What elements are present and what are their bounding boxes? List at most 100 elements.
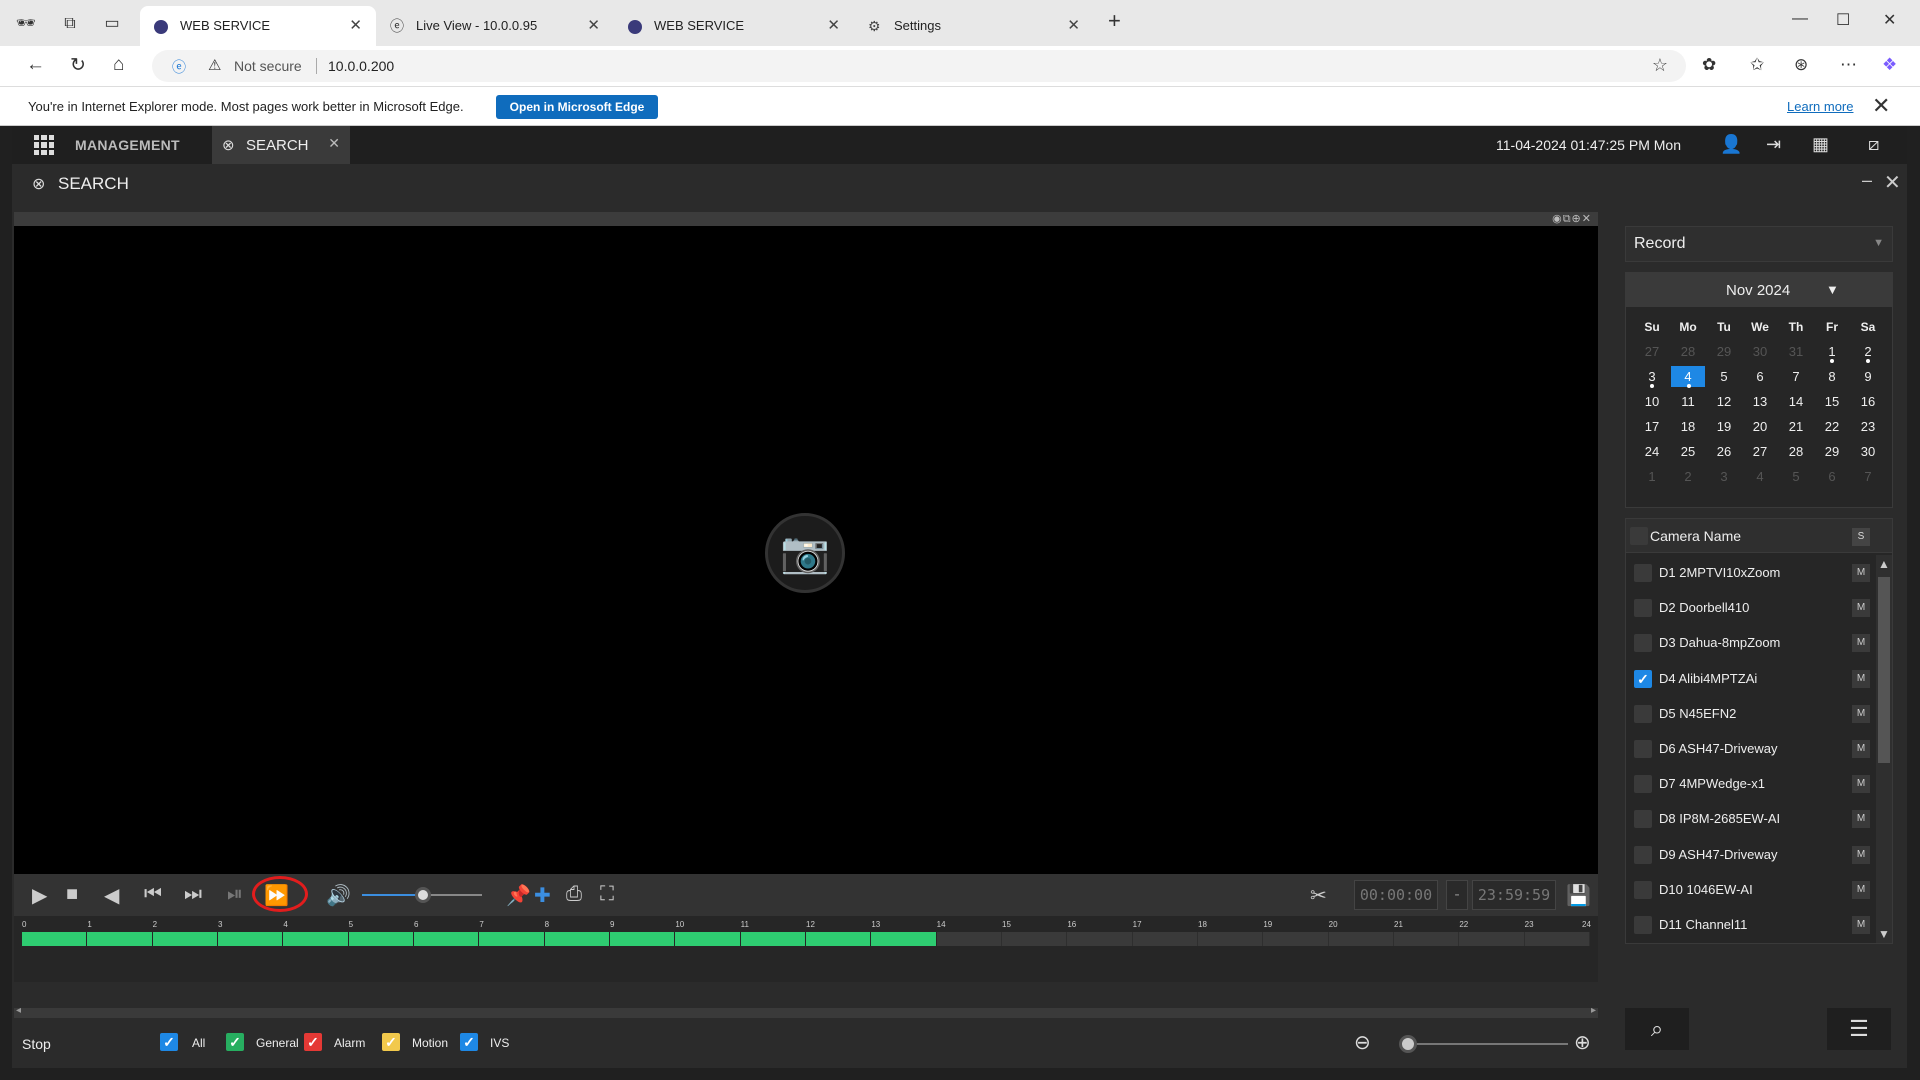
camera-row[interactable]: D5 N45EFN2 M [1626,696,1876,731]
maximize-icon[interactable]: ☐ [1836,10,1850,30]
close-tab-icon[interactable]: ✕ [587,6,600,46]
recorded-segment[interactable] [610,932,676,946]
calendar-day[interactable]: 24 [1634,441,1670,462]
camera-row[interactable]: D9 ASH47-Driveway M [1626,837,1876,872]
timeline-scrollbar[interactable]: ◂ ▸ [14,1005,1598,1018]
recorded-segment[interactable] [22,932,88,946]
empty-segment[interactable] [1328,932,1394,946]
calendar-day[interactable]: 27 [1742,441,1778,462]
volume-icon[interactable]: 🔊 [326,883,351,908]
filter-motion-checkbox[interactable]: ✓ [382,1033,400,1051]
empty-segment[interactable] [1002,932,1068,946]
security-label[interactable]: Not secure [234,58,302,74]
camera-stream-button[interactable]: M [1852,634,1870,653]
calendar-day[interactable]: 7 [1778,366,1814,387]
ie-mode-icon[interactable]: ⓔ [172,57,186,77]
camera-checkbox[interactable] [1634,916,1652,934]
camera-checkbox[interactable]: ✓ [1634,669,1652,688]
calendar-day[interactable]: 7 [1850,466,1886,487]
stop-icon[interactable]: ■ [66,883,78,906]
copilot-icon[interactable]: ❖ [1882,55,1897,75]
play-icon[interactable]: ▶ [32,883,47,908]
recorded-segment[interactable] [806,932,872,946]
calendar-day[interactable]: 30 [1742,341,1778,362]
camera-stream-button[interactable]: M [1852,775,1870,794]
camera-row[interactable]: D11 Channel11 M [1626,907,1876,942]
app-menu-grid-icon[interactable] [34,135,54,155]
close-icon[interactable]: ✕ [1872,93,1890,119]
logout-icon[interactable]: ⇥ [1766,134,1781,155]
recorded-segment[interactable] [740,932,806,946]
search-tab[interactable]: ⊗ SEARCH ✕ [212,126,350,164]
camera-stream-button[interactable]: M [1852,564,1870,582]
select-all-checkbox[interactable] [1630,527,1648,545]
camera-stream-button[interactable]: M [1852,669,1870,688]
clip-end-time[interactable]: 23:59:59 [1472,880,1556,910]
filter-alarm-checkbox[interactable]: ✓ [304,1033,322,1051]
fullscreen-icon[interactable]: ⧄ [1868,134,1879,155]
home-icon[interactable]: ⌂ [113,54,124,76]
browser-tab-web-service[interactable]: WEB SERVICE ✕ [140,6,376,46]
browser-tab-live-view[interactable]: ⓔ Live View - 10.0.0.95 ✕ [376,6,614,46]
calendar-day[interactable]: 29 [1814,441,1850,462]
camera-list-scrollbar[interactable]: ▲ ▼ [1876,555,1892,943]
calendar-day[interactable]: 13 [1742,391,1778,412]
open-in-edge-button[interactable]: Open in Microsoft Edge [496,95,658,119]
empty-segment[interactable] [1394,932,1460,946]
video-window-tools[interactable]: ◉⧉⊕✕ [1552,212,1592,226]
calendar-header[interactable]: Nov 2024 ▼ [1626,273,1892,307]
empty-segment[interactable] [1132,932,1198,946]
calendar-day[interactable]: 20 [1742,416,1778,437]
scrollbar-thumb[interactable] [1878,577,1890,763]
more-menu-icon[interactable]: ⋯ [1840,55,1857,75]
save-clip-icon[interactable]: 💾 [1566,883,1591,908]
calendar-day[interactable]: 1 [1634,466,1670,487]
minimize-icon[interactable]: – [1862,170,1872,191]
calendar-day[interactable]: 3 [1706,466,1742,487]
calendar-day[interactable]: 26 [1706,441,1742,462]
camera-stream-button[interactable]: M [1852,845,1870,864]
workspaces-icon[interactable]: ⧉ [58,12,82,36]
camera-row[interactable]: D1 2MPTVI10xZoom M [1626,555,1876,590]
calendar-day[interactable]: 6 [1814,466,1850,487]
recorded-segment[interactable] [414,932,480,946]
timeline-zoom-slider[interactable] [1399,1035,1568,1053]
close-tab-icon[interactable]: ✕ [328,135,340,152]
stream-header-button[interactable]: S [1852,528,1870,546]
empty-segment[interactable] [1198,932,1264,946]
close-tab-icon[interactable]: ✕ [827,6,840,46]
camera-checkbox[interactable] [1634,704,1652,723]
empty-segment[interactable] [1263,932,1329,946]
camera-checkbox[interactable] [1634,740,1652,758]
calendar-day[interactable]: 4 [1742,466,1778,487]
digital-zoom-icon[interactable]: ✚ [534,883,551,908]
calendar-day[interactable]: 21 [1778,416,1814,437]
record-type-select[interactable]: Record ▼ [1625,226,1893,262]
recorded-segment[interactable] [479,932,545,946]
calendar-day[interactable]: 16 [1850,391,1886,412]
camera-checkbox[interactable] [1634,845,1652,864]
camera-row[interactable]: ✓ D4 Alibi4MPTZAi M [1626,661,1876,696]
chevron-down-icon[interactable]: ▼ [1826,282,1839,297]
calendar-day[interactable]: 3 [1634,366,1670,388]
calendar-day-selected[interactable]: 4 [1671,366,1705,388]
camera-stream-button[interactable]: M [1852,880,1870,899]
reverse-play-icon[interactable]: ◀ [104,883,119,908]
new-tab-icon[interactable]: + [1108,8,1121,34]
filter-all-checkbox[interactable]: ✓ [160,1033,178,1051]
calendar-day[interactable]: 5 [1706,366,1742,387]
camera-row[interactable]: D6 ASH47-Driveway M [1626,731,1876,766]
calendar-day[interactable]: 8 [1814,366,1850,387]
scroll-right-icon[interactable]: ▸ [1591,1005,1596,1016]
timeline-record-bar[interactable] [22,932,1590,946]
url-text[interactable]: 10.0.0.200 [328,58,394,74]
search-record-button[interactable]: ⌕ [1625,1008,1689,1050]
calendar-day[interactable]: 12 [1706,391,1742,412]
camera-stream-button[interactable]: M [1852,916,1870,934]
calendar-month[interactable]: Nov 2024 [1726,282,1790,299]
camera-row[interactable]: D7 4MPWedge-x1 M [1626,766,1876,801]
back-icon[interactable]: ← [26,54,45,76]
close-window-icon[interactable]: ✕ [1883,10,1896,30]
filter-ivs-checkbox[interactable]: ✓ [460,1033,478,1051]
filter-general-checkbox[interactable]: ✓ [226,1033,244,1051]
